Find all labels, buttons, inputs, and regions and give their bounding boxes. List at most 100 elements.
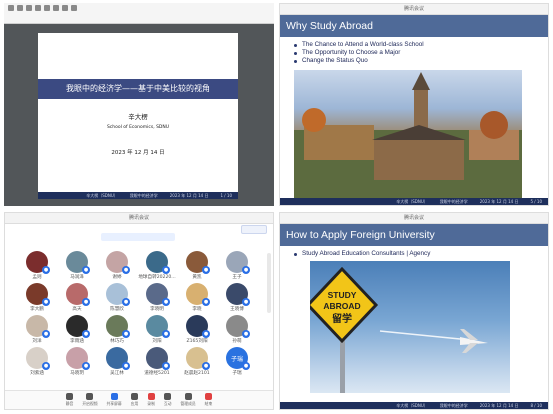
- avatar: ●: [106, 315, 130, 338]
- toolbar-label: 互动: [163, 401, 172, 406]
- participant-name: 李晓: [192, 307, 202, 312]
- participant-tile[interactable]: 子瑞 ● 子瑞: [217, 347, 257, 376]
- mic-status-icon: ●: [162, 298, 170, 306]
- study-abroad-image: STUDY ABROAD 留学: [310, 261, 510, 393]
- zoom-out-icon[interactable]: [62, 5, 68, 11]
- participant-tile[interactable]: ● 地球自转20220...: [137, 251, 177, 280]
- participant-tile[interactable]: ● 陈慧欣: [97, 283, 137, 312]
- toolbar-button[interactable]: 管理成员: [180, 393, 196, 407]
- mic-status-icon: ●: [122, 298, 130, 306]
- slide-window-2: 腾讯会议 Why Study Abroad The Chance to Atte…: [279, 3, 549, 206]
- toolbar-icon: [86, 393, 94, 400]
- bullet-item: Change the Status Quo: [294, 57, 548, 65]
- mic-status-icon: ●: [122, 362, 130, 370]
- footer-date: 2023 年 12 月 14 日: [479, 198, 519, 204]
- participant-tile[interactable]: ● 刘洋: [17, 315, 57, 344]
- participant-name: 道德经5201: [144, 371, 170, 376]
- participant-tile[interactable]: ● 李大鹏: [17, 283, 57, 312]
- study-abroad-sign: STUDY ABROAD 留学: [310, 266, 488, 393]
- footer-page: 5 / 10: [530, 199, 542, 204]
- avatar: ●: [146, 251, 170, 274]
- slide-footer: 辛大楞（SDNU） 我眼中的经济学 2023 年 12 月 14 日 5 / 1…: [280, 198, 548, 205]
- participant-tile[interactable]: ● 道德经5201: [137, 347, 177, 376]
- back-icon[interactable]: [35, 5, 41, 11]
- mic-status-icon: ●: [82, 362, 90, 370]
- save-icon[interactable]: [17, 5, 23, 11]
- participant-tile[interactable]: ● 林巧巧: [97, 315, 137, 344]
- window-title: 腾讯会议: [5, 213, 273, 224]
- campus-photo: [294, 70, 522, 198]
- zoom-in-icon[interactable]: [53, 5, 59, 11]
- mic-status-icon: ●: [242, 362, 250, 370]
- participant-tile[interactable]: ● 吴江林: [97, 347, 137, 376]
- avatar: ●: [66, 347, 90, 370]
- gallery-scrollbar[interactable]: [267, 253, 271, 313]
- mic-status-icon: ●: [202, 298, 210, 306]
- participant-tile[interactable]: ● 王子: [217, 251, 257, 280]
- toolbar-label: 管理成员: [180, 401, 196, 406]
- forward-icon[interactable]: [44, 5, 50, 11]
- avatar: ●: [26, 251, 50, 274]
- participant-tile[interactable]: ● 孙萌: [217, 315, 257, 344]
- airplane-icon: [460, 329, 488, 353]
- footer-date: 2023 年 12 月 14 日: [479, 402, 519, 408]
- toolbar-button[interactable]: 静音: [66, 393, 73, 407]
- footer-title: 我眼中的经济学: [129, 192, 158, 198]
- participant-tile[interactable]: ● 马晓玥: [57, 347, 97, 376]
- participant-tile[interactable]: ● 李晓: [177, 283, 217, 312]
- slide-date: 2023 年 12 月 14 日: [111, 150, 165, 156]
- participant-tile[interactable]: ● 黄凯: [177, 251, 217, 280]
- participant-name: Z165刘阳: [186, 339, 208, 344]
- participant-tile[interactable]: ● 马润泽: [57, 251, 97, 280]
- mic-status-icon: ●: [162, 362, 170, 370]
- participant-tile[interactable]: ● 刘紫涵: [17, 347, 57, 376]
- toolbar-button[interactable]: 互动: [163, 393, 172, 407]
- avatar: ●: [106, 251, 130, 274]
- toolbar-label: 开启视频: [82, 401, 98, 406]
- participant-name: 李大鹏: [30, 307, 44, 312]
- participant-tile[interactable]: ● 王晓博: [217, 283, 257, 312]
- toolbar-button[interactable]: 录制: [147, 393, 155, 407]
- bullet-item: Study Abroad Education Consultants | Age…: [294, 250, 548, 258]
- participant-tile[interactable]: ● 孟则: [17, 251, 57, 280]
- participant-name: 赵晨赵2101: [184, 371, 210, 376]
- bullet-list: Study Abroad Education Consultants | Age…: [280, 246, 548, 258]
- toolbar-button[interactable]: 应用: [131, 393, 138, 407]
- window-title: 腾讯会议: [280, 213, 548, 224]
- participant-tile[interactable]: ● 刘阳: [137, 315, 177, 344]
- print-icon[interactable]: [26, 5, 32, 11]
- campus-illustration: [294, 72, 522, 198]
- view-toggle-button[interactable]: [241, 225, 267, 234]
- toolbar-button[interactable]: 开启视频: [82, 393, 98, 407]
- participant-tile[interactable]: ● Z165刘阳: [177, 315, 217, 344]
- mic-status-icon: ●: [242, 330, 250, 338]
- meeting-toolbar: 静音 开启视频 共享屏幕 应用 录制 互动 管理成员 结束: [5, 390, 273, 409]
- participant-tile[interactable]: ● 赵晨赵2101: [177, 347, 217, 376]
- participant-name: 陈慧欣: [110, 307, 124, 312]
- avatar: ●: [26, 347, 50, 370]
- mic-status-icon: ●: [82, 330, 90, 338]
- participant-tile[interactable]: ● 李晓明: [137, 283, 177, 312]
- participant-tile[interactable]: ● 高天: [57, 283, 97, 312]
- viewer-window-1: 我眼中的经济学——基于中美比较的视角 辛大楞 School of Economi…: [4, 3, 274, 206]
- participant-name: 王子: [232, 275, 242, 280]
- mic-status-icon: ●: [202, 266, 210, 274]
- toolbar-icon: [131, 393, 138, 400]
- bullet-list: The Chance to Attend a World-class Schoo…: [280, 37, 548, 66]
- participant-tile[interactable]: ● 李雨涵: [57, 315, 97, 344]
- footer-title: 我眼中的经济学: [439, 402, 468, 408]
- avatar: ●: [106, 347, 130, 370]
- participant-name: 谢婷: [112, 275, 122, 280]
- rotate-icon[interactable]: [71, 5, 77, 11]
- mic-status-icon: ●: [242, 298, 250, 306]
- toolbar-button[interactable]: 结束: [205, 393, 212, 407]
- participant-name: 子瑞: [232, 371, 242, 376]
- slide-school: School of Economics, SDNU: [106, 125, 170, 130]
- sign-line-2: ABROAD: [323, 301, 360, 311]
- participant-tile[interactable]: ● 谢婷: [97, 251, 137, 280]
- toolbar-button[interactable]: 共享屏幕: [107, 393, 122, 407]
- open-icon[interactable]: [8, 5, 14, 11]
- avatar: ●: [26, 283, 50, 306]
- meeting-gallery-window: 腾讯会议 ● 孟则 ● 马润泽 ● 谢婷 ● 地球自转20220... ● 黄凯 ● 王子 ● 李大鹏 ● 高…: [4, 212, 274, 410]
- speaking-indicator: [101, 233, 175, 241]
